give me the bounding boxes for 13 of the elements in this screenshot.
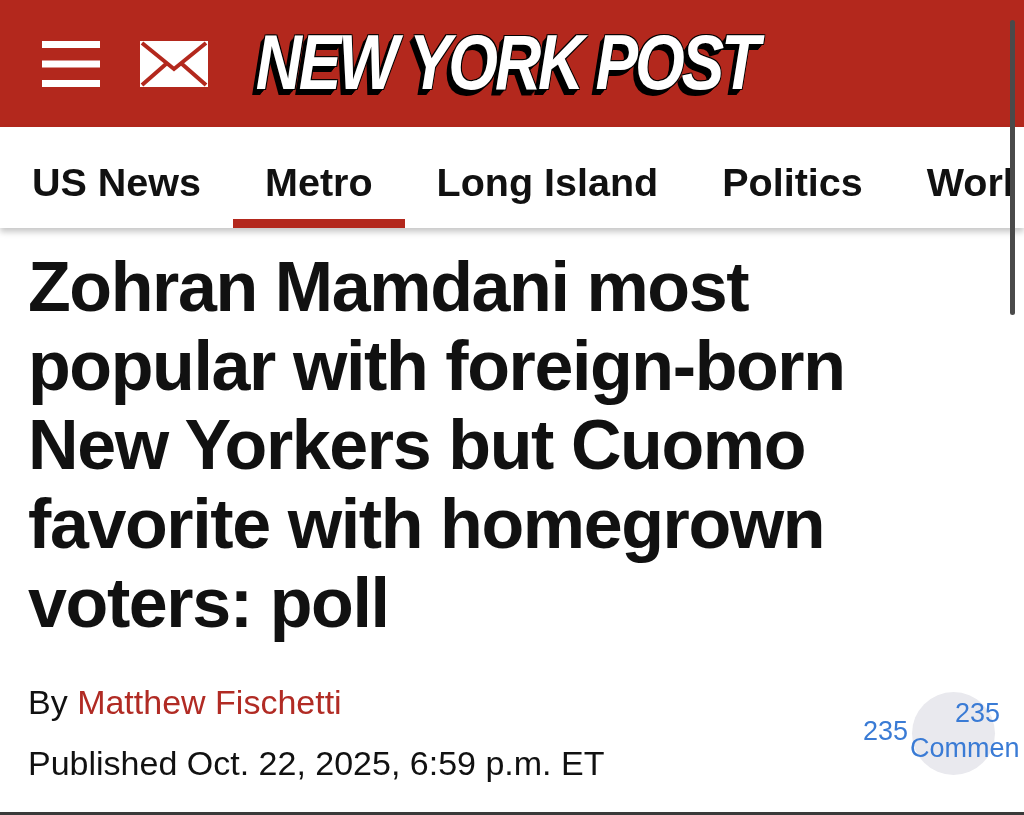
nav-tab[interactable]: Metro (233, 127, 405, 228)
author-link[interactable]: Matthew Fischetti (77, 683, 342, 721)
byline: By Matthew Fischetti (28, 682, 342, 722)
nav-tab[interactable]: Long Island (404, 127, 691, 228)
menu-icon[interactable] (42, 40, 100, 87)
nav-tab[interactable]: Politics (690, 127, 895, 228)
publish-date: Published Oct. 22, 2025, 6:59 p.m. ET (28, 743, 605, 783)
mail-icon[interactable] (140, 40, 208, 87)
nav-tab[interactable]: US News (0, 127, 234, 228)
comment-count[interactable]: 235 (862, 718, 908, 745)
site-logo[interactable]: NEW YORK POST (246, 16, 772, 111)
headline: Zohran Mamdani most popular with foreign-born New Yorkers but Cuomo favorite with homegrown voters: poll (28, 248, 846, 643)
nav-tab[interactable]: Worl (894, 127, 1014, 228)
